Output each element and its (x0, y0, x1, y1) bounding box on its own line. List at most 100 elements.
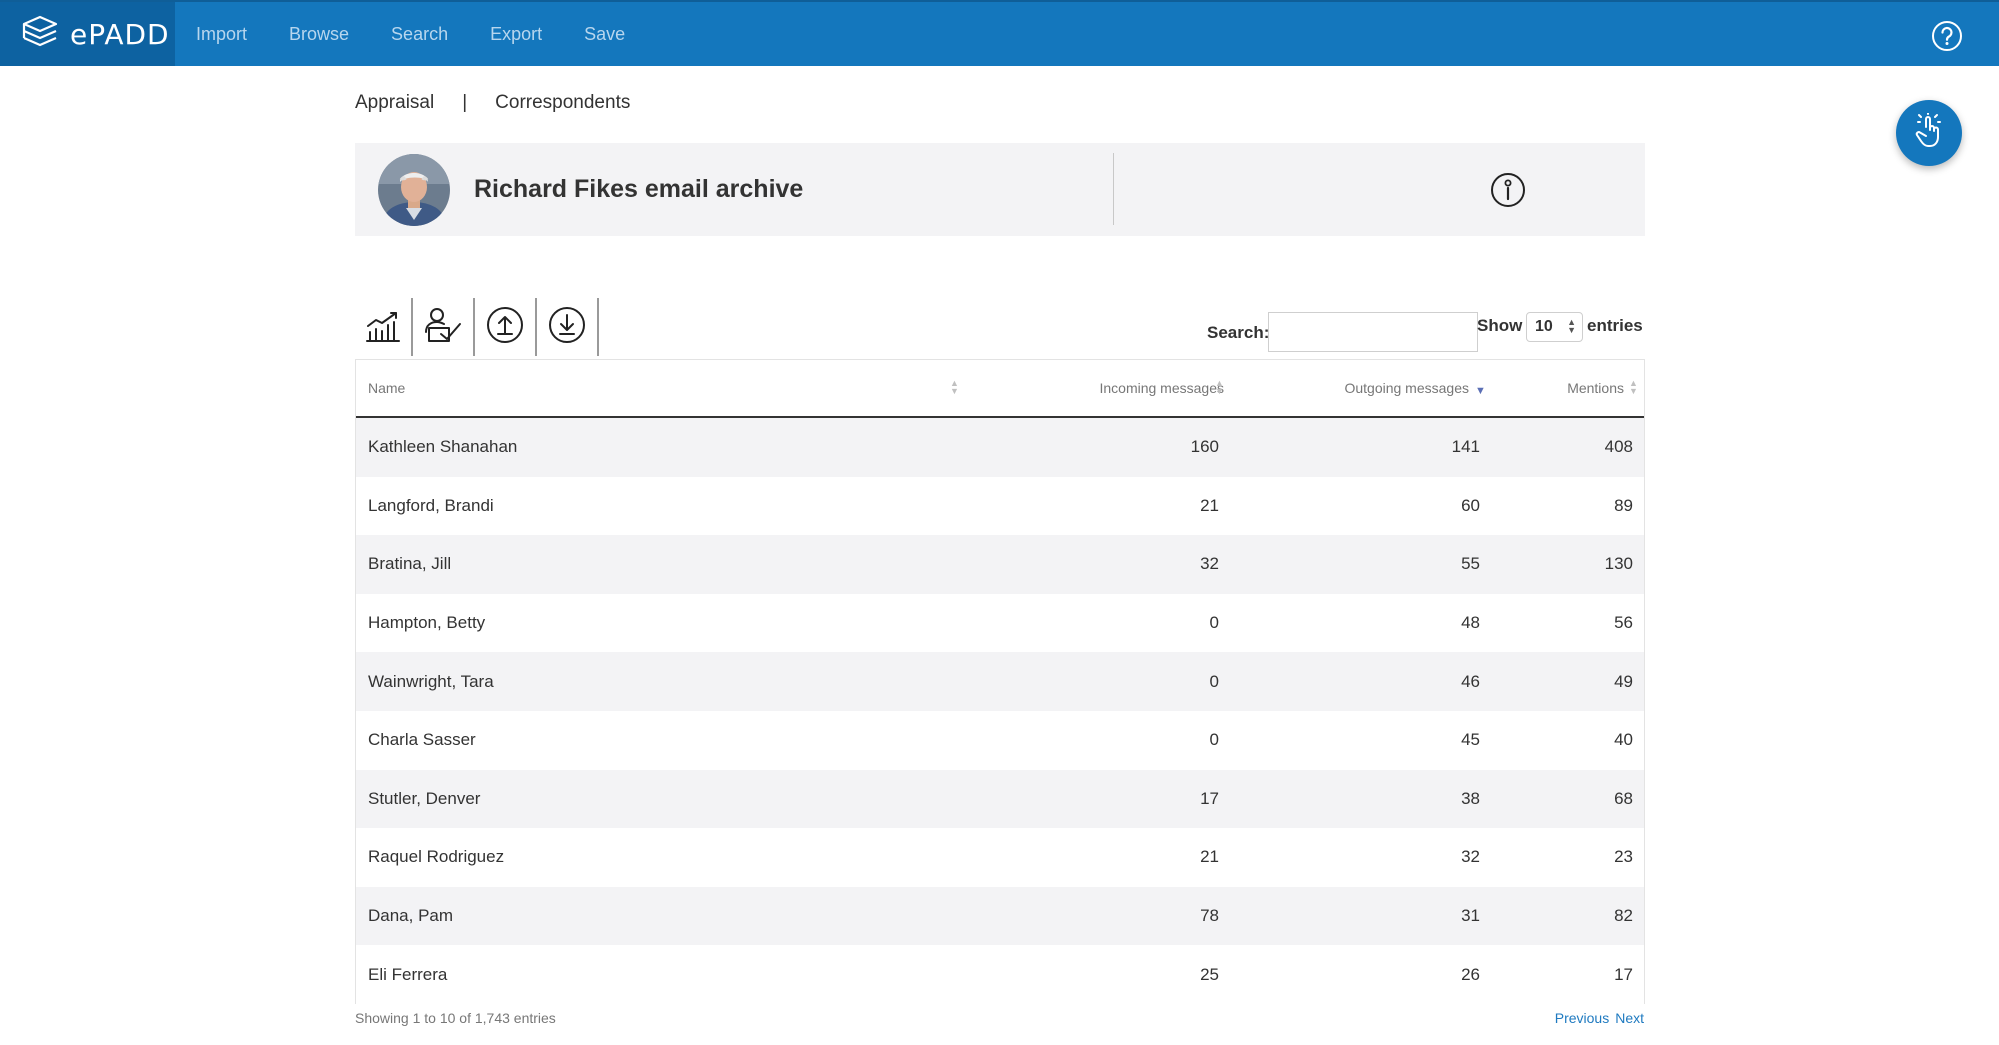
top-navbar: ePADD Import Browse Search Export Save (0, 0, 1999, 66)
cell-outgoing: 38 (1461, 788, 1480, 808)
breadcrumb: Appraisal | Correspondents (355, 92, 630, 114)
select-arrows-icon: ▲ ▼ (1567, 317, 1576, 335)
cell-mentions: 68 (1614, 788, 1633, 808)
table-row[interactable]: Eli Ferrera 25 26 17 (356, 945, 1644, 1004)
search-input[interactable] (1268, 312, 1478, 352)
sort-both-icon[interactable]: ▲ ▼ (950, 379, 959, 396)
cell-outgoing: 141 (1451, 437, 1480, 457)
previous-page-link[interactable]: Previous (1555, 1010, 1609, 1026)
cell-incoming: 17 (1200, 788, 1219, 808)
cell-mentions: 40 (1614, 730, 1633, 750)
entries-per-page-value: 10 (1535, 318, 1553, 335)
table-row[interactable]: Stutler, Denver 17 38 68 (356, 769, 1644, 829)
next-page-link[interactable]: Next (1615, 1010, 1644, 1026)
table-row[interactable]: Kathleen Shanahan 160 141 408 (356, 418, 1644, 477)
graph-view-button[interactable] (355, 298, 413, 356)
cell-incoming: 0 (1209, 613, 1219, 633)
nav-import[interactable]: Import (196, 24, 247, 45)
archive-header: Richard Fikes email archive (355, 143, 1645, 236)
cell-incoming: 21 (1200, 495, 1219, 515)
correspondents-table: Name ▲ ▼ Incoming messages ▲ ▼ Outgoing me… (355, 359, 1645, 1004)
nav-browse[interactable]: Browse (289, 24, 349, 45)
table-body: Kathleen Shanahan 160 141 408 Langford, … (356, 418, 1644, 1004)
sort-both-icon[interactable]: ▲ ▼ (1215, 379, 1224, 396)
cell-outgoing: 60 (1461, 495, 1480, 515)
brand-logo[interactable]: ePADD (0, 2, 175, 66)
cell-name[interactable]: Langford, Brandi (368, 496, 494, 516)
nav-search[interactable]: Search (391, 24, 448, 45)
cell-name[interactable]: Dana, Pam (368, 906, 453, 926)
cell-incoming: 21 (1200, 847, 1219, 867)
search-label: Search: (1207, 323, 1270, 342)
table-row[interactable]: Wainwright, Tara 0 46 49 (356, 652, 1644, 711)
table-row[interactable]: Charla Sasser 0 45 40 (356, 710, 1644, 770)
cell-name[interactable]: Wainwright, Tara (368, 672, 494, 692)
cell-outgoing: 31 (1461, 906, 1480, 926)
cell-incoming: 25 (1200, 964, 1219, 984)
floating-action-button[interactable] (1896, 100, 1962, 166)
layers-logo-icon (20, 15, 60, 54)
upload-button[interactable] (475, 298, 537, 356)
panel-divider (1113, 153, 1114, 225)
nav-export[interactable]: Export (490, 24, 542, 45)
cell-outgoing: 55 (1461, 554, 1480, 574)
table-info: Showing 1 to 10 of 1,743 entries (355, 1010, 556, 1026)
cell-mentions: 23 (1614, 847, 1633, 867)
sort-both-icon[interactable]: ▲ ▼ (1629, 379, 1638, 396)
cell-incoming: 0 (1209, 671, 1219, 691)
download-icon (548, 306, 586, 349)
download-button[interactable] (537, 298, 599, 356)
table-row[interactable]: Langford, Brandi 21 60 89 (356, 476, 1644, 536)
graph-icon (364, 306, 402, 349)
tap-hand-icon (1912, 110, 1946, 154)
info-icon[interactable] (1490, 172, 1526, 208)
cell-incoming: 160 (1190, 437, 1219, 457)
cell-name[interactable]: Kathleen Shanahan (368, 437, 517, 457)
upload-icon (486, 306, 524, 349)
cell-name[interactable]: Raquel Rodriguez (368, 847, 504, 867)
table-row[interactable]: Dana, Pam 78 31 82 (356, 886, 1644, 946)
cell-name[interactable]: Charla Sasser (368, 730, 476, 750)
cell-mentions: 17 (1614, 964, 1633, 984)
table-row[interactable]: Bratina, Jill 32 55 130 (356, 535, 1644, 594)
column-header-incoming[interactable]: Incoming messages (1099, 380, 1224, 396)
cell-incoming: 0 (1209, 730, 1219, 750)
cell-mentions: 82 (1614, 906, 1633, 926)
table-row[interactable]: Hampton, Betty 0 48 56 (356, 593, 1644, 653)
breadcrumb-correspondents: Correspondents (495, 92, 631, 113)
cell-mentions: 49 (1614, 671, 1633, 691)
column-header-name[interactable]: Name (368, 380, 405, 396)
entries-label: entries (1587, 316, 1643, 335)
cell-outgoing: 26 (1461, 964, 1480, 984)
cell-incoming: 32 (1200, 554, 1219, 574)
avatar (378, 153, 450, 226)
show-label: Show (1477, 316, 1523, 335)
cell-mentions: 89 (1614, 495, 1633, 515)
toolbar (355, 298, 599, 356)
column-header-outgoing[interactable]: Outgoing messages (1344, 380, 1469, 396)
cell-name[interactable]: Bratina, Jill (368, 554, 451, 574)
cell-name[interactable]: Eli Ferrera (368, 965, 447, 985)
edit-correspondents-button[interactable] (413, 298, 475, 356)
table-header: Name ▲ ▼ Incoming messages ▲ ▼ Outgoing me… (356, 360, 1644, 418)
breadcrumb-separator: | (462, 92, 468, 113)
main-nav: Import Browse Search Export Save (196, 24, 667, 45)
sort-desc-icon[interactable]: ▼ (1475, 386, 1486, 397)
breadcrumb-appraisal[interactable]: Appraisal (355, 92, 434, 114)
help-icon[interactable] (1931, 20, 1963, 52)
cell-outgoing: 45 (1461, 730, 1480, 750)
cell-outgoing: 46 (1461, 671, 1480, 691)
table-row[interactable]: Raquel Rodriguez 21 32 23 (356, 828, 1644, 887)
cell-incoming: 78 (1200, 906, 1219, 926)
pagination: Previous Next (1555, 1010, 1644, 1026)
cell-mentions: 56 (1614, 613, 1633, 633)
cell-name[interactable]: Stutler, Denver (368, 789, 480, 809)
cell-mentions: 130 (1604, 554, 1633, 574)
nav-save[interactable]: Save (584, 24, 625, 45)
archive-title: Richard Fikes email archive (474, 175, 804, 203)
cell-outgoing: 48 (1461, 613, 1480, 633)
cell-name[interactable]: Hampton, Betty (368, 613, 485, 633)
brand-name: ePADD (70, 17, 170, 51)
column-header-mentions[interactable]: Mentions (1567, 380, 1624, 396)
entries-per-page-select[interactable]: 10 ▲ ▼ (1526, 312, 1583, 342)
